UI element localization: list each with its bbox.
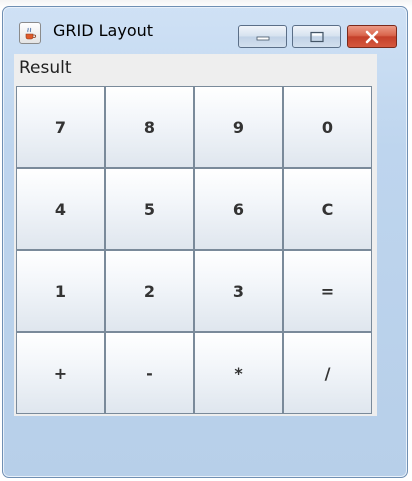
minimize-button[interactable] (238, 25, 287, 48)
title-bar[interactable]: GRID Layout (3, 7, 407, 51)
clear-button[interactable]: C (283, 168, 372, 250)
app-window: GRID Layout Result 7 8 9 0 4 5 6 C 1 2 3… (2, 6, 408, 478)
add-button[interactable]: + (16, 332, 105, 414)
key-6[interactable]: 6 (194, 168, 283, 250)
key-9[interactable]: 9 (194, 86, 283, 168)
close-button[interactable] (347, 25, 397, 48)
maximize-icon (309, 31, 324, 42)
java-cup-icon[interactable] (19, 22, 41, 44)
key-8[interactable]: 8 (105, 86, 194, 168)
key-0[interactable]: 0 (283, 86, 372, 168)
subtract-button[interactable]: - (105, 332, 194, 414)
button-grid: 7 8 9 0 4 5 6 C 1 2 3 = + - * / (16, 86, 373, 414)
close-icon (365, 30, 379, 43)
key-2[interactable]: 2 (105, 250, 194, 332)
multiply-button[interactable]: * (194, 332, 283, 414)
window-title: GRID Layout (53, 21, 154, 40)
key-7[interactable]: 7 (16, 86, 105, 168)
key-5[interactable]: 5 (105, 168, 194, 250)
divide-button[interactable]: / (283, 332, 372, 414)
result-display: Result (14, 54, 377, 83)
key-4[interactable]: 4 (16, 168, 105, 250)
maximize-button[interactable] (292, 25, 341, 48)
minimize-icon (256, 36, 269, 40)
key-3[interactable]: 3 (194, 250, 283, 332)
equals-button[interactable]: = (283, 250, 372, 332)
content-pane: Result 7 8 9 0 4 5 6 C 1 2 3 = + - * / (14, 54, 377, 416)
key-1[interactable]: 1 (16, 250, 105, 332)
